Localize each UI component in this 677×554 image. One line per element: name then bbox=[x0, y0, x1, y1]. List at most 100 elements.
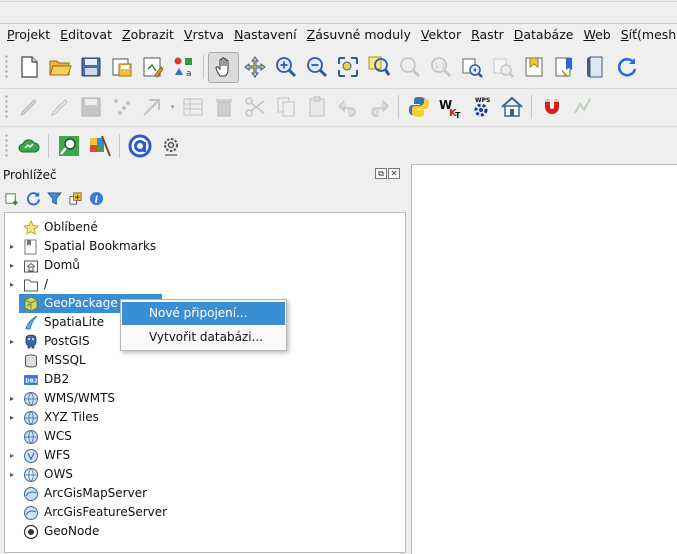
zoom-native-icon[interactable]: 1:1 bbox=[425, 52, 456, 83]
zoom-to-selection-icon[interactable] bbox=[363, 52, 394, 83]
vertex-tool-icon[interactable] bbox=[106, 91, 137, 122]
expand-arrow-icon[interactable]: ▸ bbox=[6, 446, 18, 465]
tree-item-wms-wmts[interactable]: ▸ WMS/WMTS bbox=[5, 389, 405, 408]
open-project-icon[interactable] bbox=[44, 52, 75, 83]
expand-arrow-icon[interactable]: ▸ bbox=[6, 465, 18, 484]
tree-item-wfs[interactable]: ▸ WFS bbox=[5, 446, 405, 465]
print-layout-icon[interactable] bbox=[137, 52, 168, 83]
tree-item-wcs[interactable]: WCS bbox=[5, 427, 405, 446]
info-icon[interactable]: i bbox=[88, 190, 105, 207]
menu-s-mesh-[interactable]: Síť(mesh) bbox=[616, 24, 677, 46]
menu-web[interactable]: Web bbox=[578, 24, 615, 46]
zoom-full-icon[interactable] bbox=[332, 52, 363, 83]
float-panel-button[interactable]: ⧉ bbox=[375, 168, 387, 179]
expand-arrow-icon[interactable]: ▸ bbox=[6, 389, 18, 408]
python-console-icon[interactable] bbox=[403, 91, 434, 122]
refresh-browser-icon[interactable] bbox=[25, 190, 42, 207]
expand-arrow-icon[interactable]: ▸ bbox=[6, 408, 18, 427]
cut-icon[interactable] bbox=[239, 91, 270, 122]
menu-label-rest: obrazit bbox=[130, 27, 174, 42]
tree-item-ows[interactable]: ▸ OWS bbox=[5, 465, 405, 484]
toolbar-grip[interactable] bbox=[4, 54, 9, 80]
add-layer-icon[interactable] bbox=[4, 190, 21, 207]
close-panel-button[interactable]: ✕ bbox=[388, 168, 400, 179]
locator-icon[interactable] bbox=[53, 130, 84, 161]
new-map-view-icon[interactable] bbox=[580, 52, 611, 83]
menu-vektor[interactable]: Vektor bbox=[416, 24, 466, 46]
menu-vrstva[interactable]: Vrstva bbox=[179, 24, 229, 46]
new-project-icon[interactable] bbox=[13, 52, 44, 83]
new-bookmark-icon[interactable] bbox=[518, 52, 549, 83]
advanced-digitize-icon[interactable] bbox=[567, 91, 598, 122]
expand-arrow-icon[interactable]: ▸ bbox=[6, 256, 18, 275]
qgis-plugin-icon[interactable] bbox=[84, 130, 115, 161]
zoom-in-icon[interactable] bbox=[270, 52, 301, 83]
wkt-icon[interactable]: WKT bbox=[434, 91, 465, 122]
tree-item-xyz-tiles[interactable]: ▸ XYZ Tiles bbox=[5, 408, 405, 427]
collapse-all-icon[interactable] bbox=[67, 190, 84, 207]
digitize-icon[interactable] bbox=[13, 91, 44, 122]
a-logo-icon[interactable] bbox=[124, 130, 155, 161]
save-edits-icon[interactable] bbox=[75, 91, 106, 122]
undo-icon[interactable] bbox=[332, 91, 363, 122]
style-manager-icon[interactable]: a bbox=[168, 52, 199, 83]
paste-icon[interactable] bbox=[301, 91, 332, 122]
tree-item-db2[interactable]: DB2 DB2 bbox=[5, 370, 405, 389]
expand-arrow-icon[interactable]: ▸ bbox=[6, 237, 18, 256]
copy-icon[interactable] bbox=[270, 91, 301, 122]
pan-to-selection-icon[interactable] bbox=[239, 52, 270, 83]
new-connection-menu-item[interactable]: Nové připojení... bbox=[122, 302, 285, 325]
move-feature-icon[interactable] bbox=[137, 91, 168, 122]
expand-arrow-icon[interactable]: ▸ bbox=[6, 332, 18, 351]
tree-item-obl-ben[interactable]: Oblíbené bbox=[5, 218, 405, 237]
map-canvas[interactable] bbox=[411, 164, 677, 554]
toolbar-digitizing: ▾ WKT WPS bbox=[0, 88, 677, 124]
arcgis-mapserver-icon bbox=[21, 484, 40, 503]
toolbar-grip[interactable] bbox=[4, 132, 9, 159]
home-plugin-icon[interactable] bbox=[496, 91, 527, 122]
filter-icon[interactable] bbox=[46, 190, 63, 207]
magnet-icon[interactable] bbox=[536, 91, 567, 122]
tree-item-mssql[interactable]: MSSQL bbox=[5, 351, 405, 370]
show-bookmarks-icon[interactable] bbox=[549, 52, 580, 83]
redo-icon[interactable] bbox=[363, 91, 394, 122]
menu-projekt[interactable]: Projekt bbox=[2, 24, 55, 46]
arcgis-featureserver-icon bbox=[21, 503, 40, 522]
zoom-to-layer-icon[interactable] bbox=[394, 52, 425, 83]
menu-editovat[interactable]: Editovat bbox=[55, 24, 117, 46]
wps-icon[interactable]: WPS bbox=[465, 91, 496, 122]
refresh-icon[interactable] bbox=[611, 52, 642, 83]
toolbar-grip[interactable] bbox=[4, 93, 9, 120]
tree-item-dom[interactable]: ▸ Domů bbox=[5, 256, 405, 275]
browser-panel: Prohlížeč ⧉ ✕ i Oblíbené ▸ Spatial Bookmar… bbox=[0, 164, 408, 554]
menu-zobrazit[interactable]: Zobrazit bbox=[117, 24, 179, 46]
attribute-table-icon[interactable] bbox=[177, 91, 208, 122]
tree-item-spatial-bookmarks[interactable]: ▸ Spatial Bookmarks bbox=[5, 237, 405, 256]
settings-gear-icon[interactable] bbox=[155, 130, 186, 161]
expand-arrow-icon[interactable]: ▸ bbox=[6, 275, 18, 294]
cloud-plugin-icon[interactable] bbox=[13, 130, 44, 161]
save-project-icon[interactable] bbox=[75, 52, 106, 83]
zoom-last-icon[interactable] bbox=[456, 52, 487, 83]
create-database-menu-item[interactable]: Vytvořit databázi... bbox=[122, 326, 285, 349]
menu-datab-ze[interactable]: Databáze bbox=[509, 24, 579, 46]
menu-nastaven-[interactable]: Nastavení bbox=[229, 24, 302, 46]
pan-icon[interactable] bbox=[208, 51, 239, 83]
menu-rastr[interactable]: Rastr bbox=[466, 24, 509, 46]
tree-item-arcgisfeatureserver[interactable]: ArcGisFeatureServer bbox=[5, 503, 405, 522]
delete-selected-icon[interactable] bbox=[208, 91, 239, 122]
save-as-icon[interactable] bbox=[106, 52, 137, 83]
zoom-out-icon[interactable] bbox=[301, 52, 332, 83]
toolbar-project-navigation: a 1:1 bbox=[0, 48, 677, 86]
db2-icon: DB2 bbox=[21, 370, 40, 389]
zoom-next-icon[interactable] bbox=[487, 52, 518, 83]
tree-item-geonode[interactable]: GeoNode bbox=[5, 522, 405, 541]
dropdown-arrow-icon[interactable]: ▾ bbox=[168, 91, 177, 122]
tree-item-root[interactable]: ▸ / bbox=[5, 275, 405, 294]
tree-item-arcgismapserver[interactable]: ArcGisMapServer bbox=[5, 484, 405, 503]
edit-pencil-icon[interactable] bbox=[44, 91, 75, 122]
menu-z-suvn-moduly[interactable]: Zásuvné moduly bbox=[302, 24, 416, 46]
browser-tree[interactable]: Oblíbené ▸ Spatial Bookmarks ▸ Domů ▸ / GeoPack… bbox=[4, 212, 406, 553]
